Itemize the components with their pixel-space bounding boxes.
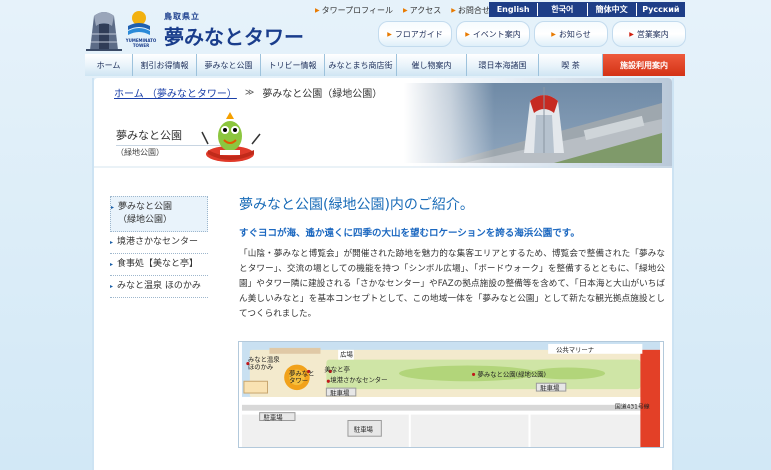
sub-nav: ▶ フロアガイド ▶ イベント案内 ▶ お知らせ ▶ 営業案内 [378, 21, 686, 47]
link-access[interactable]: ▶ アクセス [400, 4, 444, 16]
nav-park[interactable]: 夢みなと公園 [197, 54, 261, 76]
breadcrumb-separator: ≫ [244, 87, 255, 98]
map-label-restaurant: 美なと亭 [324, 364, 349, 373]
event-info-button[interactable]: ▶ イベント案内 [456, 21, 530, 47]
aerial-photo [404, 83, 662, 163]
mascot-icon [201, 112, 261, 162]
map-label-marina: 公共マリーナ [556, 345, 594, 354]
nav-discounts[interactable]: 割引お得情報 [133, 54, 197, 76]
content-body: 「山陰・夢みなと博覧会」が開催された跡地を魅力的な集客エリアとするため、博覧会で… [239, 249, 665, 319]
main-nav: ホーム 割引お得情報 夢みなと公園 トリビー情報 みなとまち商店街 催し物案内 … [85, 54, 685, 76]
nav-toribee[interactable]: トリビー情報 [261, 54, 325, 76]
breadcrumb: ホーム （夢みなとタワー） ≫ 夢みなと公園（緑地公園） [114, 85, 383, 101]
nav-home[interactable]: ホーム [85, 54, 133, 76]
pill-label: お知らせ [558, 29, 591, 39]
triangle-bullet-icon: ▶ [402, 6, 408, 14]
language-bar: English 한국어 簡体中文 Русский [489, 2, 685, 17]
floor-guide-button[interactable]: ▶ フロアガイド [378, 21, 452, 47]
site-logo[interactable]: YUMEMINATO TOWER 鳥取県立 夢みなとタワー [84, 6, 304, 52]
triangle-bullet-icon: ▶ [465, 30, 470, 38]
sidebar-item-onsen[interactable]: みなと温泉 ほのかみ [110, 276, 208, 298]
pill-label: イベント案内 [472, 29, 521, 39]
map-label-park: 夢みなと公園(緑地公園) [477, 369, 546, 378]
logo-romaji: YUMEMINATO TOWER [125, 38, 157, 48]
pill-label: 営業案内 [636, 29, 669, 39]
sidebar-item-fish-center[interactable]: 境港さかなセンター [110, 232, 208, 254]
lang-chinese[interactable]: 簡体中文 [586, 3, 636, 16]
nav-shopping-street[interactable]: みなとまち商店街 [325, 54, 397, 76]
tower-logo-icon [86, 12, 122, 51]
link-contact[interactable]: ▶ お問合せ [448, 4, 493, 16]
nav-facility-use[interactable]: 施設利用案内 [603, 54, 685, 76]
link-label: タワープロフィール [321, 5, 393, 15]
sidebar-item-restaurant[interactable]: 食事処【美なと亭】 [110, 254, 208, 276]
map-label-square: 広場 [340, 350, 353, 359]
content-lead: すぐヨコが海、遙か遠くに四季の大山を望むロケーションを誇る海浜公園です。 [239, 228, 580, 239]
triangle-bullet-icon: ▶ [387, 30, 392, 38]
page: YUMEMINATO TOWER 鳥取県立 夢みなとタワー ▶ タワープロフィール… [0, 0, 771, 470]
content-heading: 夢みなと公園(緑地公園)内のご紹介。 [239, 197, 474, 213]
map-label-route: 国道431号線 [615, 403, 650, 411]
triangle-bullet-icon: ▶ [551, 30, 556, 38]
utility-links: ▶ タワープロフィール ▶ アクセス ▶ お問合せ [312, 4, 493, 16]
business-info-button[interactable]: ▶ 営業案内 [612, 21, 686, 47]
lang-russian[interactable]: Русский [635, 3, 685, 16]
map-label-line: ほのかみ [248, 363, 274, 371]
map-label-parking: 駐車場 [330, 388, 350, 397]
map-label-parking: 駐車場 [264, 413, 284, 422]
nav-events[interactable]: 催し物案内 [397, 54, 467, 76]
nav-sea-countries[interactable]: 環日本海諸国 [467, 54, 539, 76]
triangle-bullet-icon: ▶ [315, 6, 320, 14]
map-label-parking: 駐車場 [354, 424, 374, 433]
sidebar-nav: 夢みなと公園 （緑地公園） 境港さかなセンター 食事処【美なと亭】 みなと温泉 … [110, 196, 208, 298]
logo-title: 夢みなとタワー [164, 25, 304, 49]
emblem-icon [128, 11, 150, 35]
lang-korean[interactable]: 한국어 [537, 3, 586, 16]
breadcrumb-home-link[interactable]: ホーム （夢みなとタワー） [114, 85, 237, 100]
nav-cafe[interactable]: 喫 茶 [539, 54, 603, 76]
lang-english[interactable]: English [489, 3, 537, 16]
link-label: アクセス [409, 5, 442, 15]
park-map: みなと温泉ほのかみ 夢みなとタワー 美なと亭 境港さかなセンター 広場 公共マリ… [238, 341, 664, 448]
pill-label: フロアガイド [394, 29, 443, 39]
page-subtitle: （緑地公園） [116, 148, 164, 157]
sidebar-item-park[interactable]: 夢みなと公園 （緑地公園） [110, 196, 208, 232]
link-tower-profile[interactable]: ▶ タワープロフィール [312, 4, 396, 16]
map-label-parking: 駐車場 [540, 383, 560, 392]
map-label-line: タワー [289, 376, 308, 385]
triangle-bullet-icon: ▶ [629, 30, 634, 38]
link-label: お問合せ [457, 5, 490, 15]
news-button[interactable]: ▶ お知らせ [534, 21, 608, 47]
triangle-bullet-icon: ▶ [451, 6, 456, 14]
breadcrumb-current: 夢みなと公園（緑地公園） [262, 89, 383, 100]
map-label-fish-center: 境港さかなセンター [330, 375, 387, 384]
panel-edge [672, 78, 674, 470]
